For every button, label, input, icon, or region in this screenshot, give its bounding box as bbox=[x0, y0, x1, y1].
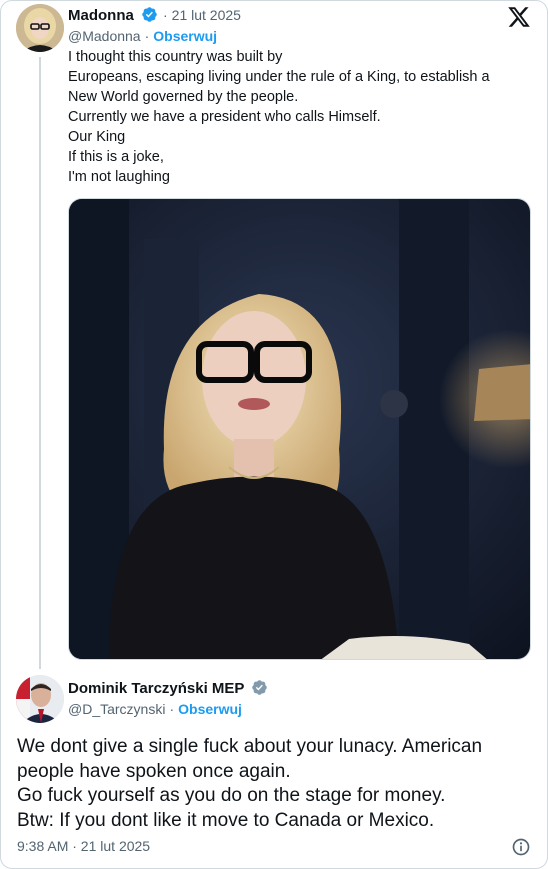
follow-button[interactable]: Obserwuj bbox=[178, 701, 242, 717]
tweet-text-line: New World governed by the people. bbox=[68, 89, 299, 105]
reply-handle-row: @D_Tarczynski · Obserwuj bbox=[68, 701, 242, 717]
follow-button[interactable]: Obserwuj bbox=[153, 28, 217, 44]
separator-dot: · bbox=[169, 701, 175, 717]
author-name[interactable]: Madonna bbox=[68, 7, 134, 24]
reply-text-line: We dont give a single fuck about your lu… bbox=[17, 736, 483, 757]
tweet-text-line: I thought this country was built by bbox=[68, 49, 283, 65]
madonna-avatar[interactable] bbox=[16, 4, 64, 52]
reply-text-line: people have spoken once again. bbox=[17, 760, 291, 782]
original-author-row[interactable]: Madonna bbox=[68, 6, 158, 27]
reply-author-avatar[interactable] bbox=[16, 675, 64, 723]
x-logo-icon[interactable] bbox=[507, 5, 531, 29]
tweet-embed-card: Madonna · 21 lut 2025 @Madonna · Obserwuj I… bbox=[0, 0, 548, 869]
verified-badge-icon bbox=[141, 6, 158, 27]
reply-tweet-text: We dont give a single fuck about your lu… bbox=[17, 735, 537, 833]
author-handle[interactable]: @Madonna bbox=[68, 28, 141, 44]
original-handle-row: @Madonna · Obserwuj bbox=[68, 28, 217, 44]
tweet-text-line: If this is a joke, bbox=[68, 149, 164, 165]
thread-connector-line bbox=[39, 57, 41, 669]
original-tweet-text: I thought this country was built by Euro… bbox=[68, 47, 528, 187]
reply-author-name[interactable]: Dominik Tarczyński MEP bbox=[68, 680, 244, 697]
separator-dot: · bbox=[144, 28, 150, 44]
verified-badge-icon bbox=[251, 679, 268, 700]
tweet-photo[interactable] bbox=[68, 198, 531, 660]
reply-author-handle[interactable]: @D_Tarczynski bbox=[68, 701, 165, 717]
tweet-date[interactable]: 21 lut 2025 bbox=[172, 7, 241, 23]
info-icon[interactable] bbox=[511, 837, 531, 857]
tweet-text-line: Our King bbox=[68, 129, 126, 145]
reply-timestamp[interactable]: 9:38 AM · 21 lut 2025 bbox=[17, 838, 150, 854]
tweet-text-line: Currently we have a president who calls … bbox=[68, 109, 381, 125]
reply-author-row[interactable]: Dominik Tarczyński MEP bbox=[68, 679, 268, 700]
reply-text-line: Go fuck yourself as you do on the stage … bbox=[17, 785, 446, 806]
tweet-text-line: I'm not laughing bbox=[68, 169, 170, 185]
separator-dot: · bbox=[163, 7, 168, 23]
tweet-date-row: · 21 lut 2025 bbox=[159, 7, 241, 23]
reply-text-line: Btw: If you dont like it move to Canada … bbox=[17, 809, 435, 831]
tweet-text-line: Europeans, escaping living under the rul… bbox=[68, 69, 490, 85]
